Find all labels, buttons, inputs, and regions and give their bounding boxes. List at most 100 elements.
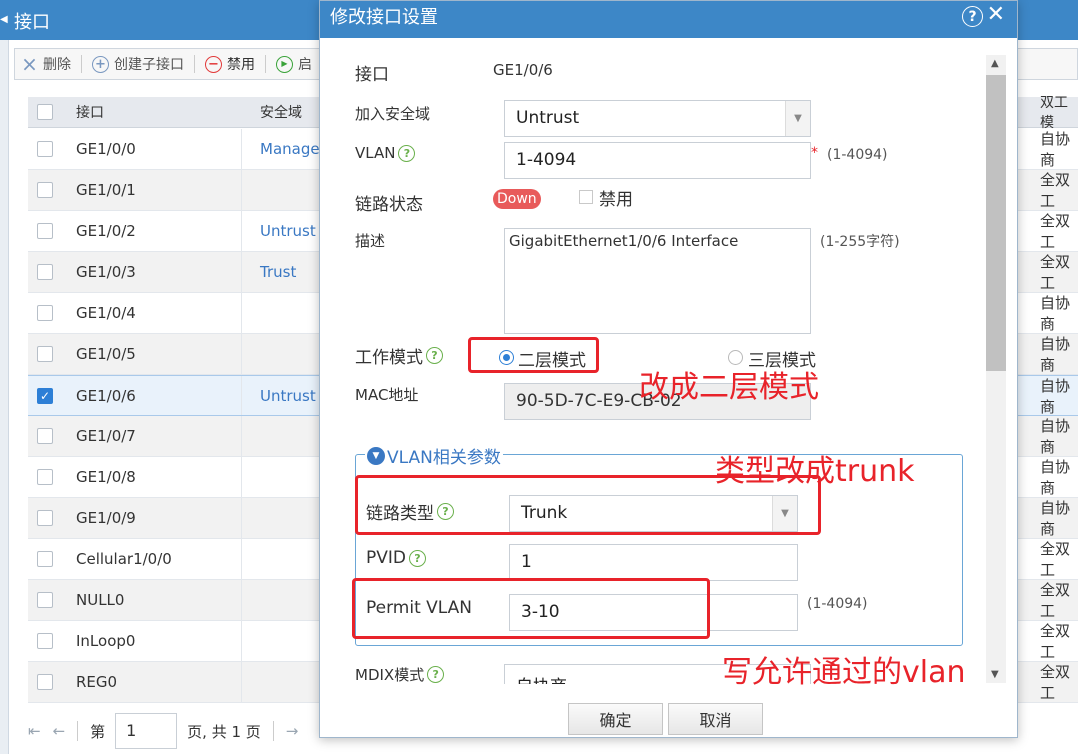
column-header-interface[interactable]: 接口 [76, 97, 104, 127]
column-divider [241, 252, 242, 292]
annotation-box-mode [468, 337, 599, 373]
row-checkbox-cell[interactable] [28, 170, 62, 210]
zone-cell[interactable]: Manage [260, 129, 320, 169]
duplex-cell: 自协商 [1040, 335, 1071, 374]
column-divider [241, 621, 242, 661]
help-icon[interactable]: ? [427, 666, 445, 683]
annotation-box-permit-vlan [352, 578, 710, 639]
interface-cell: GE1/0/0 [76, 140, 136, 158]
interface-cell: GE1/0/4 [76, 304, 136, 322]
next-page-icon[interactable]: → [286, 722, 299, 740]
row-checkbox[interactable] [37, 592, 53, 608]
scrollbar-thumb[interactable] [986, 75, 1006, 371]
interface-cell: GE1/0/1 [76, 181, 136, 199]
row-checkbox[interactable]: ✓ [37, 387, 53, 404]
row-checkbox-cell[interactable] [28, 580, 62, 620]
zone-cell[interactable]: Untrust [260, 211, 316, 251]
chevron-down-icon[interactable]: ▼ [785, 101, 810, 136]
row-checkbox[interactable] [37, 428, 53, 444]
row-checkbox-cell[interactable] [28, 457, 62, 497]
zone-cell[interactable]: Trust [260, 252, 296, 292]
zone-label: 加入安全域 [355, 105, 431, 123]
dialog-title-bar: 修改接口设置 ? ✕ [320, 1, 1017, 38]
vlan-input[interactable]: 1-4094 [504, 142, 811, 179]
interface-cell: GE1/0/3 [76, 263, 136, 281]
dialog-scrollbar[interactable]: ▲ ▼ [986, 55, 1006, 683]
row-checkbox-cell[interactable] [28, 334, 62, 374]
enable-label: 启 [298, 57, 312, 73]
permit-vlan-hint: (1-4094) [807, 596, 868, 612]
column-header-duplex[interactable]: 双工模 [1040, 95, 1078, 131]
row-checkbox[interactable] [37, 305, 53, 321]
row-checkbox-cell[interactable] [28, 293, 62, 333]
create-subinterface-button[interactable]: + 创建子接口 [92, 54, 184, 74]
description-label: 描述 [355, 232, 386, 250]
help-icon[interactable]: ? [962, 6, 983, 27]
interface-cell: GE1/0/5 [76, 345, 136, 363]
duplex-cell: 全双工 [1040, 540, 1071, 579]
row-checkbox-cell[interactable] [28, 252, 62, 292]
row-checkbox-cell[interactable]: ✓ [28, 376, 62, 415]
row-checkbox[interactable] [37, 551, 53, 567]
help-icon[interactable]: ? [426, 347, 443, 364]
pvid-input[interactable]: 1 [509, 544, 798, 581]
delete-button[interactable]: × 删除 [21, 54, 71, 74]
enable-icon: ▶ [276, 55, 293, 73]
dialog-title: 修改接口设置 [330, 7, 438, 28]
collapse-arrow-icon[interactable]: ◀ [0, 14, 8, 25]
row-checkbox[interactable] [37, 141, 53, 157]
link-state-label: 链路状态 [355, 195, 423, 215]
row-checkbox-cell[interactable] [28, 539, 62, 579]
vlan-params-toggle[interactable]: ▼ VLAN相关参数 [365, 443, 503, 468]
dialog-footer: 确定 取消 [320, 684, 1017, 737]
page-title: 接口 [14, 12, 50, 33]
select-all-checkbox[interactable] [28, 97, 62, 127]
page-number-input[interactable]: 1 [115, 713, 178, 749]
disable-checkbox[interactable] [579, 190, 593, 204]
duplex-cell: 自协商 [1040, 130, 1071, 169]
row-checkbox[interactable] [37, 182, 53, 198]
row-checkbox-cell[interactable] [28, 129, 62, 169]
checkbox[interactable] [37, 104, 53, 120]
close-icon[interactable]: ✕ [987, 2, 1005, 27]
duplex-cell: 自协商 [1040, 294, 1071, 333]
row-checkbox[interactable] [37, 633, 53, 649]
toolbar-divider [265, 55, 266, 73]
column-header-zone[interactable]: 安全域 [260, 97, 302, 127]
row-checkbox-cell[interactable] [28, 621, 62, 661]
row-checkbox-cell[interactable] [28, 662, 62, 702]
disable-checkbox-label: 禁用 [599, 190, 633, 210]
column-divider [241, 170, 242, 210]
prev-page-icon[interactable]: ← [53, 722, 66, 740]
zone-select[interactable]: Untrust ▼ [504, 100, 811, 137]
zone-cell[interactable]: Untrust [260, 376, 316, 415]
ok-button[interactable]: 确定 [568, 703, 663, 735]
row-checkbox[interactable] [37, 264, 53, 280]
description-textarea[interactable]: GigabitEthernet1/0/6 Interface [504, 228, 811, 334]
first-page-icon[interactable]: ⇤ [28, 722, 41, 740]
column-divider [241, 129, 242, 169]
pager-total: 页, 共 1 页 [187, 722, 261, 741]
annotation-type-note: 类型改成trunk [715, 454, 915, 489]
help-icon[interactable]: ? [409, 549, 426, 567]
collapse-icon[interactable]: ▼ [367, 446, 385, 465]
cancel-button[interactable]: 取消 [668, 703, 763, 735]
zone-select-value: Untrust [516, 108, 580, 128]
row-checkbox-cell[interactable] [28, 498, 62, 538]
scroll-down-icon[interactable]: ▼ [991, 669, 999, 680]
row-checkbox[interactable] [37, 510, 53, 526]
duplex-cell: 全双工 [1040, 171, 1071, 210]
row-checkbox-cell[interactable] [28, 416, 62, 456]
row-checkbox[interactable] [37, 346, 53, 362]
scroll-up-icon[interactable]: ▲ [991, 58, 999, 69]
row-checkbox[interactable] [37, 469, 53, 485]
row-checkbox-cell[interactable] [28, 211, 62, 251]
row-checkbox[interactable] [37, 223, 53, 239]
enable-button[interactable]: ▶ 启 [276, 54, 312, 74]
row-checkbox[interactable] [37, 674, 53, 690]
interface-cell: GE1/0/9 [76, 509, 136, 527]
column-divider [241, 457, 242, 497]
help-icon[interactable]: ? [398, 144, 416, 162]
disable-button[interactable]: − 禁用 [205, 54, 255, 74]
duplex-cell: 全双工 [1040, 253, 1071, 292]
